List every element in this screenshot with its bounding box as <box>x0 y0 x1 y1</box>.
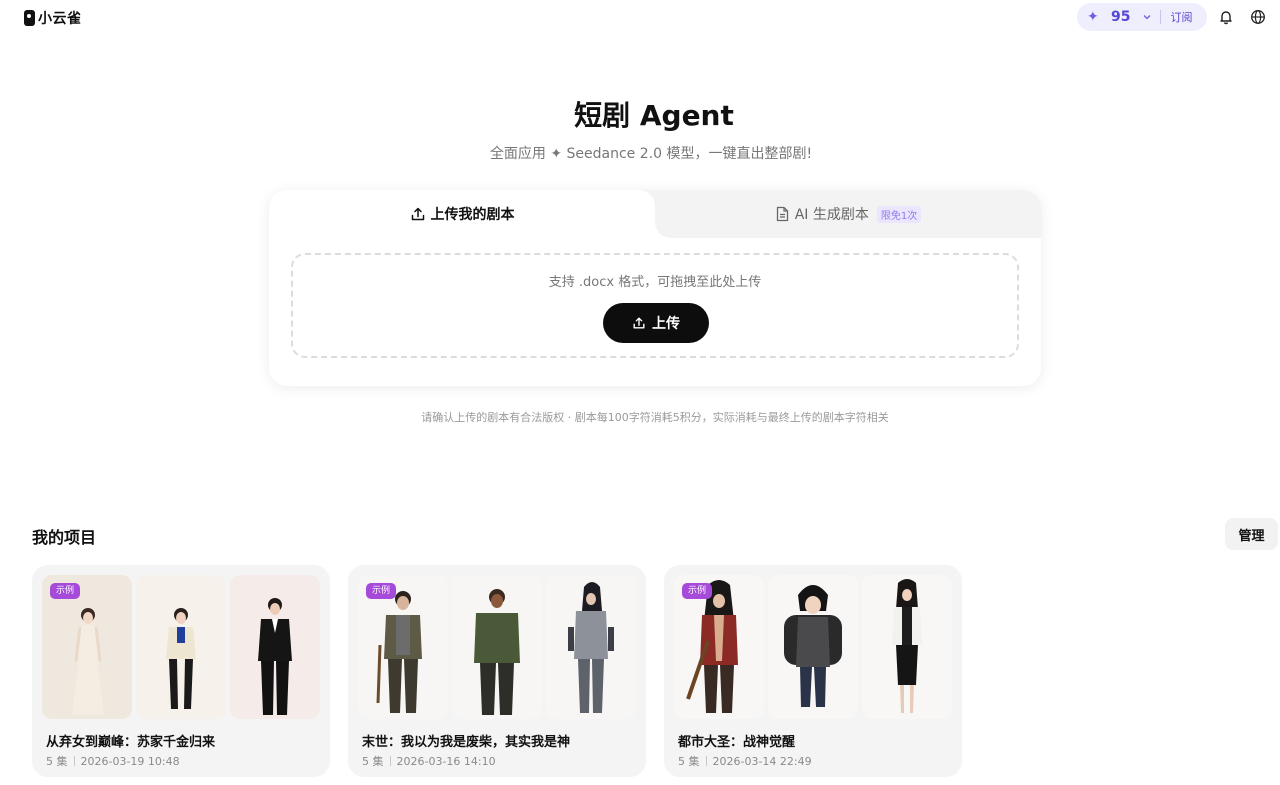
tab-upload-script[interactable]: 上传我的剧本 <box>269 190 655 238</box>
bell-icon[interactable] <box>1217 8 1235 26</box>
app-name: 小云雀 <box>38 11 82 27</box>
project-thumbnails: 示例 <box>42 575 320 719</box>
credits-divider <box>1160 10 1162 24</box>
copyright-notice: 请确认上传的剧本有合法版权 · 剧本每100字符消耗5积分，实际消耗与最终上传的… <box>421 411 889 424</box>
chevron-down-icon[interactable] <box>1142 12 1152 22</box>
meta-divider <box>705 756 707 766</box>
upload-icon <box>411 207 424 221</box>
episode-count: 5 集 <box>678 755 700 768</box>
top-bar: 小云雀 ✦ 95 订阅 <box>0 0 1280 34</box>
project-title: 末世：我以为我是废柴，其实我是神 <box>362 735 571 750</box>
project-card[interactable]: 示例 从弃女到巅峰：苏家千金归来 5 集 2026-03-19 10:48 <box>32 565 330 777</box>
app-logo[interactable]: 小云雀 <box>24 8 82 28</box>
file-dropzone[interactable]: 支持 .docx 格式，可拖拽至此处上传 上传 <box>291 253 1019 358</box>
project-card[interactable]: 示例 都市大圣：战神觉醒 5 集 2026-03-14 22:49 <box>664 565 962 777</box>
meta-divider <box>389 756 391 766</box>
episode-count: 5 集 <box>362 755 384 768</box>
episode-count: 5 集 <box>46 755 68 768</box>
project-thumbnails: 示例 <box>674 575 952 719</box>
sample-badge: 示例 <box>50 583 81 599</box>
character-image <box>768 575 858 719</box>
project-title: 都市大圣：战神觉醒 <box>678 735 796 750</box>
project-title: 从弃女到巅峰：苏家千金归来 <box>46 735 216 750</box>
free-trial-badge: 限免1次 <box>876 205 922 223</box>
sparkle-icon: ✦ <box>1087 9 1099 25</box>
tab-ai-generate[interactable]: AI 生成剧本 限免1次 <box>655 190 1041 238</box>
manage-button[interactable]: 管理 <box>1225 518 1278 550</box>
character-image <box>546 575 636 719</box>
tab-upload-label: 上传我的剧本 <box>430 207 515 223</box>
meta-divider <box>73 756 75 766</box>
tab-ai-label: AI 生成剧本 <box>794 207 869 223</box>
project-meta: 5 集 2026-03-19 10:48 <box>46 753 180 769</box>
upload-button-label: 上传 <box>652 316 680 332</box>
document-icon <box>776 206 788 222</box>
globe-icon[interactable] <box>1249 8 1267 26</box>
sample-badge: 示例 <box>366 583 397 599</box>
character-image <box>452 575 542 719</box>
project-date: 2026-03-16 14:10 <box>396 754 496 768</box>
project-date: 2026-03-19 10:48 <box>80 754 180 768</box>
section-title: 我的项目 <box>32 528 97 547</box>
dropzone-hint: 支持 .docx 格式，可拖拽至此处上传 <box>548 275 762 290</box>
credits-pill[interactable]: ✦ 95 订阅 <box>1077 3 1207 31</box>
character-image <box>136 575 226 719</box>
upload-icon <box>633 317 645 329</box>
page-subtitle: 全面应用 ✦ Seedance 2.0 模型，一键直出整部剧! <box>489 146 813 162</box>
credits-count: 95 <box>1111 9 1131 25</box>
project-meta: 5 集 2026-03-16 14:10 <box>362 753 496 769</box>
upload-card: 上传我的剧本 AI 生成剧本 限免1次 支持 .docx 格式，可拖拽至此处上传… <box>269 190 1041 386</box>
project-meta: 5 集 2026-03-14 22:49 <box>678 753 812 769</box>
upload-button[interactable]: 上传 <box>603 303 709 343</box>
subscribe-link[interactable]: 订阅 <box>1170 9 1192 25</box>
character-image <box>862 575 952 719</box>
page-title: 短剧 Agent <box>574 99 734 132</box>
project-card[interactable]: 示例 末世：我以为我是废柴，其实我是神 5 集 2026-03-16 14:10 <box>348 565 646 777</box>
character-image <box>230 575 320 719</box>
sample-badge: 示例 <box>682 583 713 599</box>
logo-icon <box>24 10 35 26</box>
project-thumbnails: 示例 <box>358 575 636 719</box>
project-date: 2026-03-14 22:49 <box>712 754 812 768</box>
